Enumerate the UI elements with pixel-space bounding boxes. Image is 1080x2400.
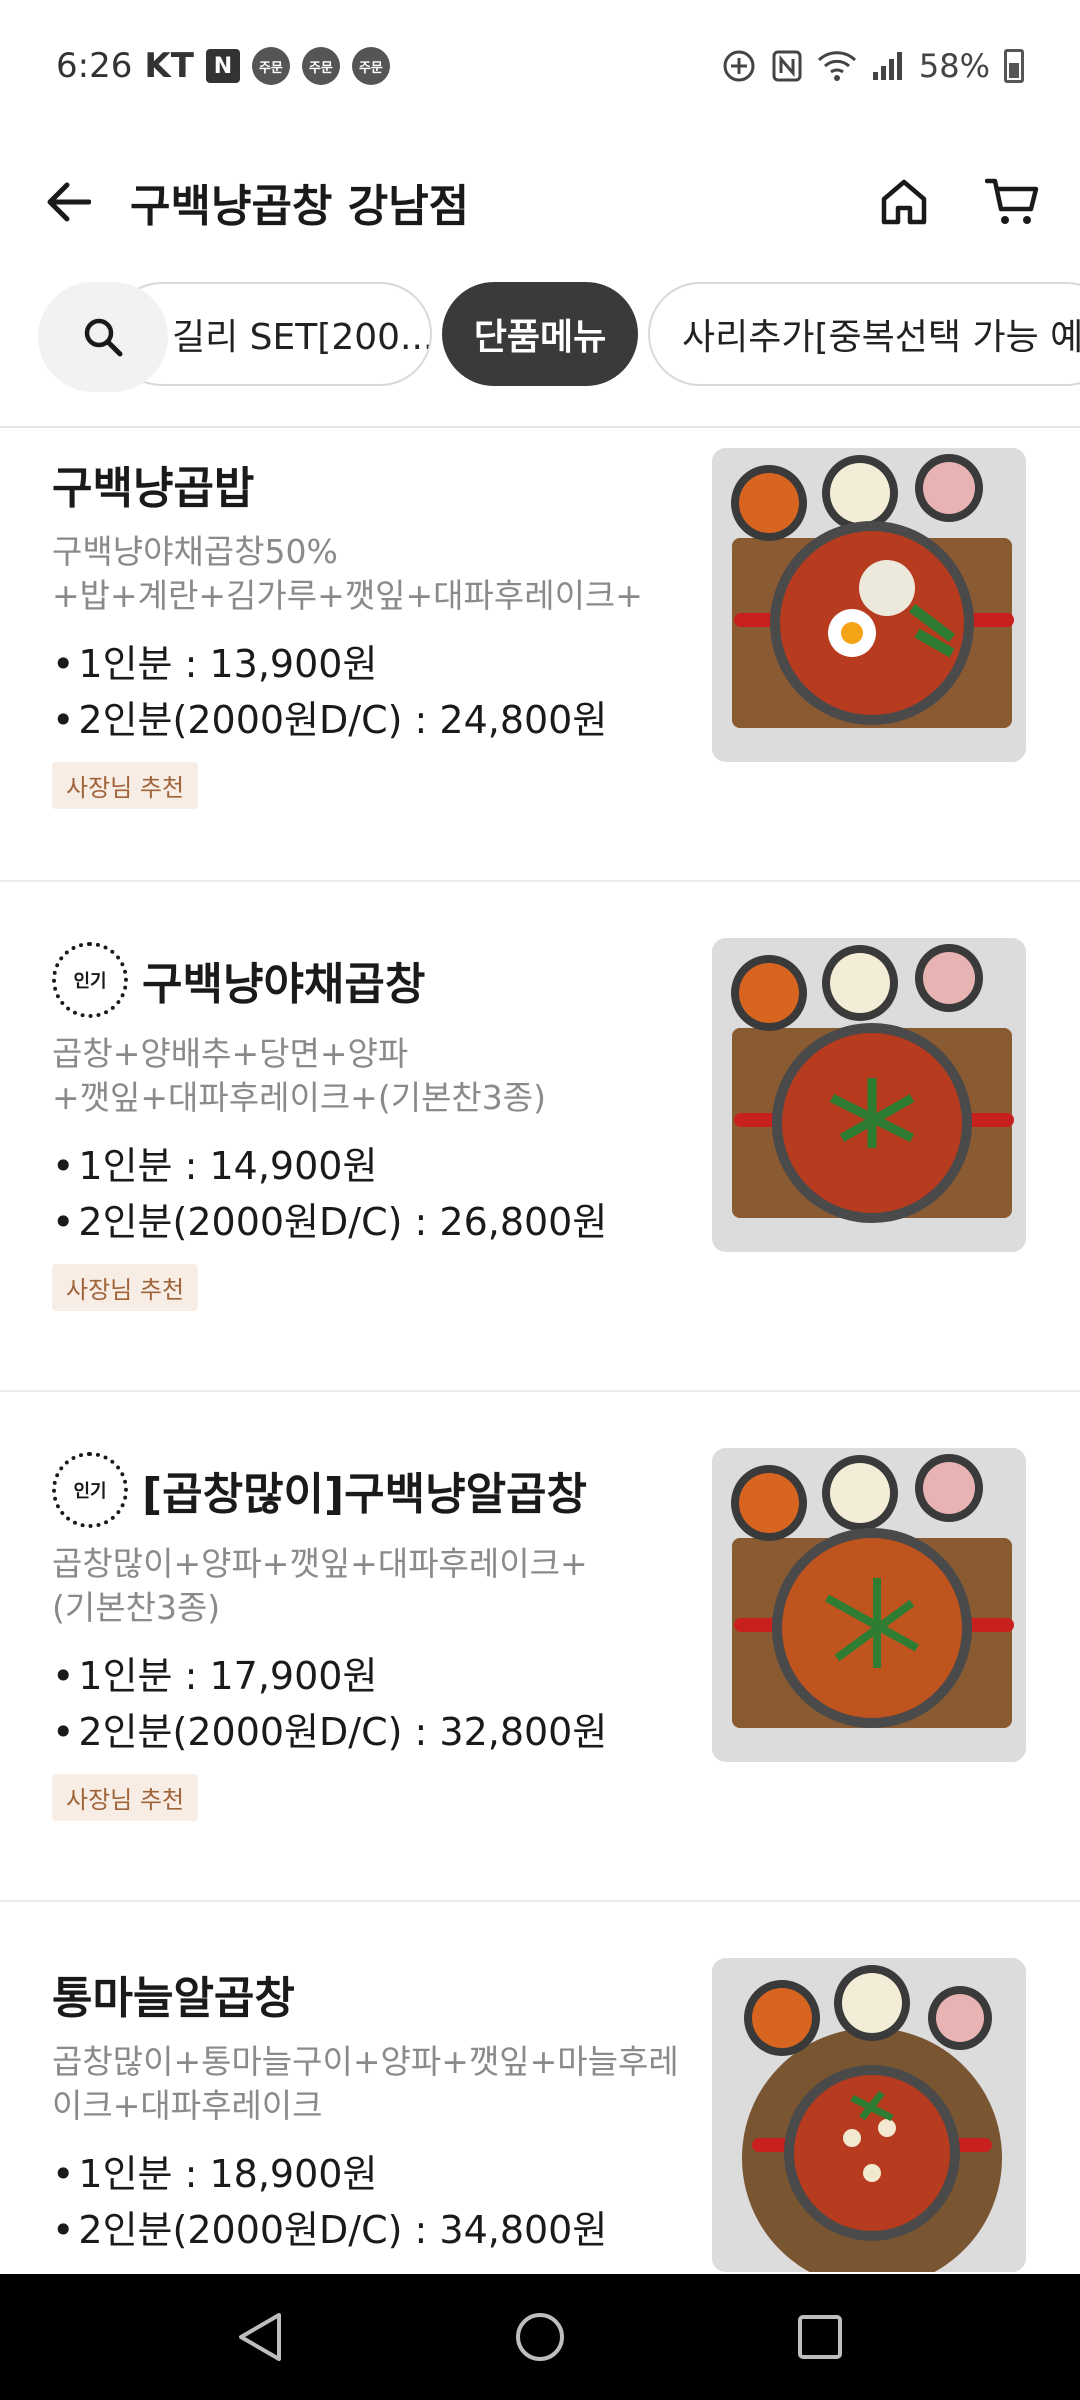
order-notification-icon: 주문 xyxy=(351,47,390,85)
status-right: 58% xyxy=(721,47,1024,85)
tab-category-selected[interactable]: 단품메뉴 xyxy=(442,282,638,386)
menu-item-description: 곱창+양배추+당면+양파 +깻잎+대파후레이크+(기본찬3종) xyxy=(52,1032,692,1120)
price-line: 2인분(2000원D/C) : 24,800원 xyxy=(52,692,692,748)
price-line: 2인분(2000원D/C) : 32,800원 xyxy=(52,1704,692,1760)
status-left: 6:26 KT N 주문 주문 주문 xyxy=(56,46,390,86)
menu-item-description: 구백냥야채곱창50% +밥+계란+김가루+깻잎+대파후레이크+(기... xyxy=(52,530,692,618)
page-title: 구백냥곱창 강남점 xyxy=(130,181,470,232)
menu-item[interactable]: 통마늘알곱창 곱창많이+통마늘구이+양파+깻잎+마늘후레 이크+대파후레이크 1… xyxy=(0,1902,1080,2274)
data-saver-icon xyxy=(723,50,755,82)
menu-item-prices: 1인분 : 17,900원 2인분(2000원D/C) : 32,800원 xyxy=(52,1648,692,1760)
nfc-icon xyxy=(772,50,802,82)
menu-item-prices: 1인분 : 18,900원 2인분(2000원D/C) : 34,800원 xyxy=(52,2146,692,2258)
menu-item-prices: 1인분 : 13,900원 2인분(2000원D/C) : 24,800원 xyxy=(52,636,692,748)
status-carrier: KT xyxy=(144,46,194,86)
battery-icon xyxy=(1004,49,1024,83)
back-button[interactable] xyxy=(40,174,96,230)
menu-item-title-row: 통마늘알곱창 xyxy=(52,1962,692,2026)
price-line: 2인분(2000원D/C) : 34,800원 xyxy=(52,2202,692,2258)
menu-item-prices: 1인분 : 14,900원 2인분(2000원D/C) : 26,800원 xyxy=(52,1138,692,1250)
search-icon xyxy=(84,318,123,357)
menu-item-description: 곱창많이+통마늘구이+양파+깻잎+마늘후레 이크+대파후레이크 xyxy=(52,2040,692,2128)
wifi-icon xyxy=(817,51,856,81)
n-notification-icon: N xyxy=(205,49,240,83)
arrow-left-icon xyxy=(47,182,91,222)
description-line: 곱창+양배추+당면+양파 xyxy=(52,1034,409,1073)
popular-badge-icon: 인기 xyxy=(52,942,128,1018)
food-photo xyxy=(712,1958,1026,2272)
owner-recommend-badge: 사장님 추천 xyxy=(52,1264,199,1311)
tab-category[interactable]: 사리추가[중복선택 가능 예... xyxy=(648,282,1080,386)
nav-back-button[interactable] xyxy=(225,2302,295,2372)
menu-item[interactable]: 인기 [곱창많이]구백냥알곱창 곱창많이+양파+깻잎+대파후레이크+ (기본찬3… xyxy=(0,1392,1080,1902)
menu-item[interactable]: 구백냥곱밥 구백냥야채곱창50% +밥+계란+김가루+깻잎+대파후레이크+(기.… xyxy=(0,428,1080,882)
menu-item-title: [곱창많이]구백냥알곱창 xyxy=(142,1469,588,1520)
price-line: 1인분 : 17,900원 xyxy=(52,1648,692,1704)
header-actions xyxy=(876,174,1040,230)
description-line: (기본찬3종) xyxy=(52,1588,221,1627)
status-bar: 6:26 KT N 주문 주문 주문 58% xyxy=(0,0,1080,132)
category-tabs: 길리 SET[200... 단품메뉴 사리추가[중복선택 가능 예... xyxy=(0,278,1080,396)
cart-icon xyxy=(985,178,1039,224)
popular-badge-icon: 인기 xyxy=(52,1452,128,1528)
description-line: 곱창많이+통마늘구이+양파+깻잎+마늘후레 xyxy=(52,2042,679,2081)
description-line: 구백냥야채곱창50% xyxy=(52,532,338,571)
price-line: 1인분 : 14,900원 xyxy=(52,1138,692,1194)
menu-item-text: 구백냥곱밥 구백냥야채곱창50% +밥+계란+김가루+깻잎+대파후레이크+(기.… xyxy=(52,452,692,809)
menu-item-title: 구백냥곱밥 xyxy=(52,463,255,514)
order-notification-icon: 주문 xyxy=(251,47,290,85)
description-line: +밥+계란+김가루+깻잎+대파후레이크+(기... xyxy=(52,576,643,615)
description-line: 이크+대파후레이크 xyxy=(52,2086,323,2125)
app-header: 구백냥곱창 강남점 xyxy=(0,132,1080,272)
cart-button[interactable] xyxy=(984,174,1040,230)
nav-home-button[interactable] xyxy=(505,2302,575,2372)
owner-recommend-badge: 사장님 추천 xyxy=(52,1774,199,1821)
menu-item-title-row: 인기 [곱창많이]구백냥알곱창 xyxy=(52,1452,692,1528)
home-icon xyxy=(881,179,927,225)
menu-item-title: 구백냥야채곱창 xyxy=(142,959,426,1010)
menu-list[interactable]: 구백냥곱밥 구백냥야채곱창50% +밥+계란+김가루+깻잎+대파후레이크+(기.… xyxy=(0,428,1080,2274)
menu-item-description: 곱창많이+양파+깻잎+대파후레이크+ (기본찬3종) xyxy=(52,1542,692,1630)
price-line: 1인분 : 13,900원 xyxy=(52,636,692,692)
food-photo-illustration xyxy=(712,448,1026,762)
home-button[interactable] xyxy=(876,174,932,230)
category-tabs-scroller[interactable]: 길리 SET[200... 단품메뉴 사리추가[중복선택 가능 예... xyxy=(0,278,1080,396)
menu-item-title-row: 구백냥곱밥 xyxy=(52,452,692,516)
status-time: 6:26 xyxy=(56,46,133,86)
menu-item-text: 인기 [곱창많이]구백냥알곱창 곱창많이+양파+깻잎+대파후레이크+ (기본찬3… xyxy=(52,1452,692,1821)
menu-item-title-row: 인기 구백냥야채곱창 xyxy=(52,942,692,1018)
menu-item[interactable]: 인기 구백냥야채곱창 곱창+양배추+당면+양파 +깻잎+대파후레이크+(기본찬3… xyxy=(0,882,1080,1392)
menu-item-title: 통마늘알곱창 xyxy=(52,1973,295,2024)
description-line: 곱창많이+양파+깻잎+대파후레이크+ xyxy=(52,1544,588,1583)
square-recents-icon xyxy=(798,2315,842,2359)
owner-recommend-badge: 사장님 추천 xyxy=(52,762,199,809)
food-photo xyxy=(712,938,1026,1252)
nav-recents-button[interactable] xyxy=(785,2302,855,2372)
food-photo-illustration xyxy=(712,1448,1026,1762)
food-photo xyxy=(712,1448,1026,1762)
price-line: 2인분(2000원D/C) : 26,800원 xyxy=(52,1194,692,1250)
food-photo-illustration xyxy=(712,1958,1026,2272)
description-line: +깻잎+대파후레이크+(기본찬3종) xyxy=(52,1078,547,1117)
food-photo-illustration xyxy=(712,938,1026,1252)
menu-item-text: 통마늘알곱창 곱창많이+통마늘구이+양파+깻잎+마늘후레 이크+대파후레이크 1… xyxy=(52,1962,692,2258)
triangle-back-icon xyxy=(239,2313,281,2361)
circle-home-icon xyxy=(516,2313,564,2361)
order-notification-icon: 주문 xyxy=(301,47,340,85)
signal-icon xyxy=(872,52,902,80)
battery-percent: 58% xyxy=(918,47,990,85)
food-photo xyxy=(712,448,1026,762)
search-button[interactable] xyxy=(38,282,168,392)
system-nav-bar xyxy=(0,2274,1080,2400)
price-line: 1인분 : 18,900원 xyxy=(52,2146,692,2202)
menu-item-text: 인기 구백냥야채곱창 곱창+양배추+당면+양파 +깻잎+대파후레이크+(기본찬3… xyxy=(52,942,692,1311)
